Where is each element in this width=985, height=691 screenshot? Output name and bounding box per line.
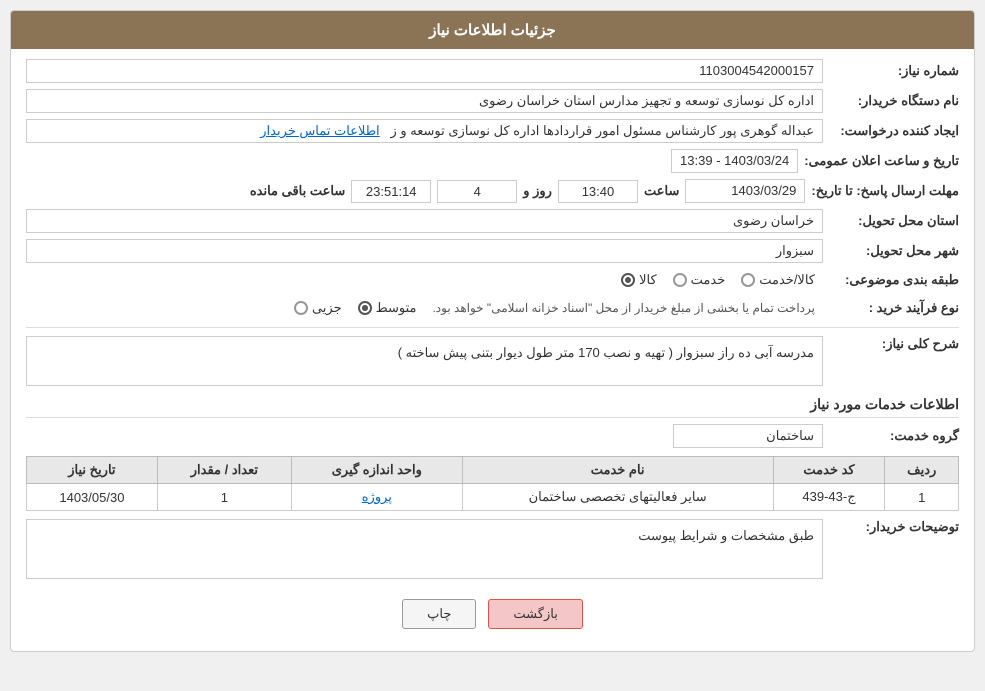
general-desc-label: شرح کلی نیاز:: [829, 336, 959, 352]
page-title: جزئیات اطلاعات نیاز: [429, 22, 556, 39]
col-service-name: نام خدمت: [462, 457, 773, 484]
purchase-type-jozi-radio[interactable]: [294, 301, 308, 315]
creator-text: عبداله گوهری پور کارشناس مسئول امور قرار…: [391, 123, 814, 138]
page-container: جزئیات اطلاعات نیاز شماره نیاز: 11030045…: [0, 0, 985, 691]
service-group-value: ساختمان: [673, 424, 823, 448]
purchase-type-motavaset-label: متوسط: [376, 300, 417, 316]
col-index: ردیف: [885, 457, 959, 484]
service-group-label: گروه خدمت:: [829, 428, 959, 444]
print-button[interactable]: چاپ: [402, 599, 476, 629]
need-number-label: شماره نیاز:: [829, 63, 959, 79]
category-kala-label: کالا: [639, 272, 657, 288]
buyer-notes-box: طبق مشخصات و شرایط پیوست: [26, 519, 823, 579]
purchase-type-options: پرداخت تمام یا بخشی از مبلغ خریدار از مح…: [286, 297, 823, 319]
purchase-type-jozi: جزیی: [294, 300, 342, 316]
announcement-date-label: تاریخ و ساعت اعلان عمومی:: [804, 153, 959, 169]
purchase-type-row: نوع فرآیند خرید : پرداخت تمام یا بخشی از…: [26, 297, 959, 319]
category-khedmat-label: خدمت: [691, 272, 726, 288]
button-row: بازگشت چاپ: [26, 587, 959, 641]
back-button[interactable]: بازگشت: [488, 599, 582, 629]
cell-quantity: 1: [157, 484, 291, 511]
cell-index: 1: [885, 484, 959, 511]
category-kala-radio[interactable]: [621, 273, 635, 287]
cell-date: 1403/05/30: [27, 484, 158, 511]
announcement-date-value: 1403/03/24 - 13:39: [671, 149, 798, 173]
buyer-org-label: نام دستگاه خریدار:: [829, 93, 959, 109]
buyer-org-row: نام دستگاه خریدار: اداره کل نوسازی توسعه…: [26, 89, 959, 113]
table-row: 1 ج-43-439 سایر فعالیتهای تخصصی ساختمان …: [27, 484, 959, 511]
category-label: طبقه بندی موضوعی:: [829, 272, 959, 288]
buyer-notes-value: طبق مشخصات و شرایط پیوست: [638, 528, 814, 543]
divider-1: [26, 327, 959, 328]
province-label: استان محل تحویل:: [829, 213, 959, 229]
buyer-org-value: اداره کل نوسازی توسعه و تجهیز مدارس استا…: [26, 89, 823, 113]
announcement-date-row: تاریخ و ساعت اعلان عمومی: 1403/03/24 - 1…: [26, 149, 959, 173]
purchase-type-jozi-label: جزیی: [312, 300, 342, 316]
card-body: شماره نیاز: 1103004542000157 نام دستگاه …: [11, 49, 974, 651]
service-group-row: گروه خدمت: ساختمان: [26, 424, 959, 448]
cell-service-code: ج-43-439: [773, 484, 885, 511]
deadline-label: مهلت ارسال پاسخ: تا تاریخ:: [811, 183, 959, 199]
purchase-type-motavaset: متوسط: [358, 300, 417, 316]
cell-service-name: سایر فعالیتهای تخصصی ساختمان: [462, 484, 773, 511]
deadline-date: 1403/03/29: [685, 179, 805, 203]
creator-label: ایجاد کننده درخواست:: [829, 123, 959, 139]
category-kala-khedmat: کالا/خدمت: [741, 272, 815, 288]
province-row: استان محل تحویل: خراسان رضوی: [26, 209, 959, 233]
province-value: خراسان رضوی: [26, 209, 823, 233]
cell-unit[interactable]: پروژه: [291, 484, 462, 511]
purchase-type-label: نوع فرآیند خرید :: [829, 300, 959, 316]
deadline-time: 13:40: [558, 180, 638, 203]
category-kala: کالا: [621, 272, 657, 288]
deadline-time-label: ساعت: [644, 183, 679, 199]
col-unit: واحد اندازه گیری: [291, 457, 462, 484]
deadline-countdown: 23:51:14: [351, 180, 431, 203]
category-khedmat-radio[interactable]: [673, 273, 687, 287]
need-number-row: شماره نیاز: 1103004542000157: [26, 59, 959, 83]
deadline-row: مهلت ارسال پاسخ: تا تاریخ: 1403/03/29 سا…: [26, 179, 959, 203]
col-service-code: کد خدمت: [773, 457, 885, 484]
creator-value: عبداله گوهری پور کارشناس مسئول امور قرار…: [26, 119, 823, 143]
deadline-remaining: ساعت باقی مانده: [250, 183, 345, 199]
buyer-notes-row: توضیحات خریدار: طبق مشخصات و شرایط پیوست: [26, 519, 959, 579]
creator-contact-link[interactable]: اطلاعات تماس خریدار: [260, 123, 379, 138]
category-kala-khedmat-radio[interactable]: [741, 273, 755, 287]
services-section-title: اطلاعات خدمات مورد نیاز: [26, 396, 959, 418]
creator-row: ایجاد کننده درخواست: عبداله گوهری پور کا…: [26, 119, 959, 143]
category-row: طبقه بندی موضوعی: کالا/خدمت خدمت کالا: [26, 269, 959, 291]
deadline-days-label: روز و: [523, 183, 552, 199]
service-table: ردیف کد خدمت نام خدمت واحد اندازه گیری ت…: [26, 456, 959, 511]
category-options: کالا/خدمت خدمت کالا: [613, 269, 823, 291]
city-value: سبزوار: [26, 239, 823, 263]
col-date: تاریخ نیاز: [27, 457, 158, 484]
purchase-type-motavaset-radio[interactable]: [358, 301, 372, 315]
deadline-days: 4: [437, 180, 517, 203]
need-number-value: 1103004542000157: [26, 59, 823, 83]
general-desc-row: شرح کلی نیاز: مدرسه آبی ده راز سبزوار ( …: [26, 336, 959, 386]
purchase-type-note: پرداخت تمام یا بخشی از مبلغ خریدار از مح…: [432, 301, 815, 315]
col-quantity: تعداد / مقدار: [157, 457, 291, 484]
general-desc-value: مدرسه آبی ده راز سبزوار ( تهیه و نصب 170…: [26, 336, 823, 386]
buyer-notes-label: توضیحات خریدار:: [829, 519, 959, 535]
card-header: جزئیات اطلاعات نیاز: [11, 11, 974, 49]
category-kala-khedmat-label: کالا/خدمت: [759, 272, 815, 288]
main-card: جزئیات اطلاعات نیاز شماره نیاز: 11030045…: [10, 10, 975, 652]
city-label: شهر محل تحویل:: [829, 243, 959, 259]
category-khedmat: خدمت: [673, 272, 726, 288]
city-row: شهر محل تحویل: سبزوار: [26, 239, 959, 263]
